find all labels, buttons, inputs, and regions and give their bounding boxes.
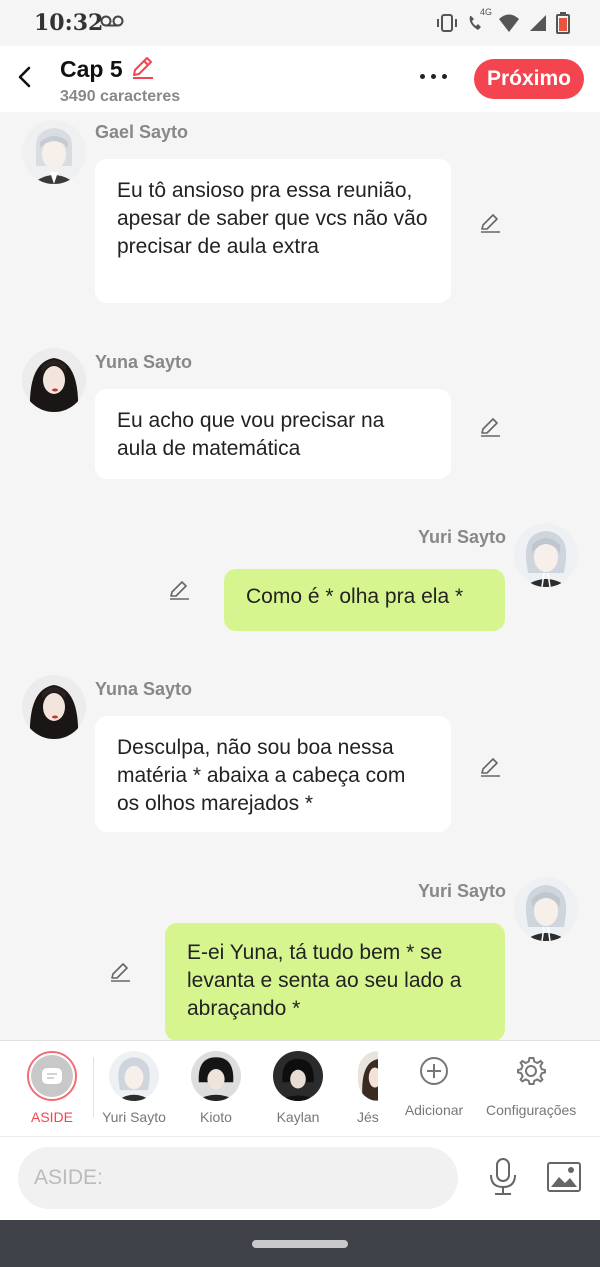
message-bubble[interactable]: Eu acho que vou precisar na aula de mate…	[95, 389, 451, 479]
input-bar: ASIDE:	[0, 1136, 600, 1220]
avatar	[191, 1051, 241, 1101]
aside-avatar	[27, 1051, 77, 1101]
avatar	[273, 1051, 323, 1101]
pencil-icon	[481, 418, 500, 437]
next-button[interactable]: Próximo	[474, 59, 584, 99]
add-character-button[interactable]: Adicionar	[394, 1051, 474, 1118]
edit-message-button[interactable]	[478, 414, 502, 438]
avatar-gael[interactable]	[22, 120, 86, 184]
network-type-label: 4G	[479, 7, 492, 17]
edit-message-button[interactable]	[478, 754, 502, 778]
sender-name: Gael Sayto	[95, 122, 189, 142]
message-bubble[interactable]: Como é * olha pra ela *	[224, 569, 505, 631]
edit-message-button[interactable]	[167, 577, 191, 601]
character-yuri[interactable]: Yuri Sayto	[94, 1051, 174, 1125]
character-label: ASIDE	[30, 1109, 73, 1125]
image-button[interactable]	[546, 1159, 582, 1195]
message-input[interactable]: ASIDE:	[18, 1147, 458, 1209]
image-icon	[547, 1162, 581, 1192]
more-dot-icon	[431, 73, 436, 79]
settings-button[interactable]: Configurações	[486, 1051, 576, 1118]
chat-area[interactable]: Gael Sayto Eu tô ansioso pra essa reuniã…	[0, 112, 600, 1040]
chevron-left-icon	[18, 66, 31, 88]
character-label: Kaylan	[276, 1109, 320, 1125]
pencil-icon	[132, 57, 153, 79]
wifi-icon	[498, 13, 520, 38]
message-bubble[interactable]: Eu tô ansioso pra essa reunião, apesar d…	[95, 159, 451, 303]
signal-icon	[528, 13, 548, 38]
more-options-button[interactable]	[420, 68, 456, 84]
status-bar: 10:32 4G	[0, 0, 600, 46]
avatar-yuna[interactable]	[22, 348, 86, 412]
status-time: 10:32	[34, 10, 104, 36]
pencil-icon	[111, 963, 130, 982]
edit-message-button[interactable]	[108, 959, 132, 983]
message-bubble[interactable]: Desculpa, não sou boa nessa matéria * ab…	[95, 716, 451, 832]
microphone-button[interactable]	[486, 1157, 520, 1197]
more-dot-icon	[420, 73, 425, 79]
edit-title-button[interactable]	[129, 54, 155, 85]
more-dot-icon	[442, 73, 447, 79]
sender-name: Yuri Sayto	[418, 881, 507, 901]
battery-icon	[556, 12, 570, 39]
avatar	[109, 1051, 159, 1101]
chapter-title: Cap 5	[60, 56, 123, 82]
sender-name: Yuna Sayto	[95, 352, 193, 372]
chapter-header: Cap 5 3490 caracteres Próximo	[0, 46, 600, 112]
character-kioto[interactable]: Kioto	[176, 1051, 256, 1125]
avatar-yuri[interactable]	[514, 877, 578, 941]
character-label: Kioto	[200, 1109, 232, 1125]
avatar-yuri[interactable]	[514, 523, 578, 587]
sender-name: Yuri Sayto	[418, 527, 507, 547]
add-label: Adicionar	[404, 1102, 464, 1118]
character-aside[interactable]: ASIDE	[12, 1051, 92, 1125]
avatar-yuna[interactable]	[22, 675, 86, 739]
sender-name: Yuna Sayto	[95, 679, 193, 699]
voicemail-icon	[100, 14, 124, 33]
add-circle-icon	[420, 1057, 448, 1085]
chat-bubble-icon	[42, 1068, 62, 1084]
microphone-icon	[490, 1158, 516, 1195]
character-count: 3490 caracteres	[60, 88, 181, 105]
avatar	[358, 1051, 378, 1101]
pencil-icon	[481, 758, 500, 777]
wifi-calling-icon: 4G	[466, 7, 492, 38]
back-button[interactable]	[10, 60, 38, 94]
pencil-icon	[481, 214, 500, 233]
character-label: Yuri Sayto	[102, 1109, 166, 1125]
gear-icon	[517, 1057, 546, 1085]
character-kaylan[interactable]: Kaylan	[258, 1051, 338, 1125]
home-gesture-handle[interactable]	[252, 1240, 348, 1248]
character-bar: ASIDE Yuri Sayto Kioto Kaylan Jés Adicio…	[0, 1040, 600, 1136]
pencil-icon	[170, 581, 189, 600]
vibrate-icon	[436, 13, 458, 38]
edit-message-button[interactable]	[478, 210, 502, 234]
message-bubble[interactable]: E-ei Yuna, tá tudo bem * se levanta e se…	[165, 923, 505, 1040]
settings-label: Configurações	[486, 1102, 577, 1118]
system-nav-bar	[0, 1220, 600, 1267]
